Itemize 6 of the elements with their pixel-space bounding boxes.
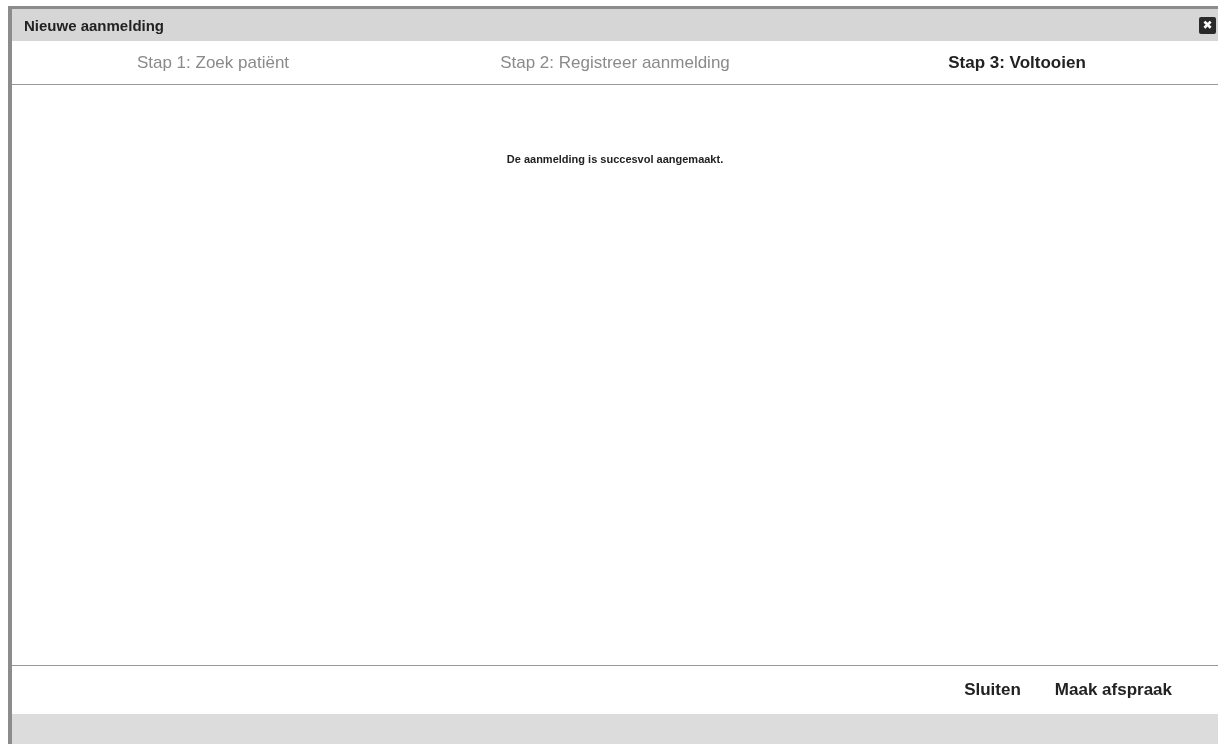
success-message: De aanmelding is succesvol aangemaakt. <box>505 153 725 165</box>
window-title: Nieuwe aanmelding <box>24 16 165 34</box>
wizard-step: Stap 3: Voltooien <box>948 52 1086 72</box>
wizard-step: Stap 1: Zoek patiënt <box>136 52 290 72</box>
close-button[interactable]: ✖ <box>1199 16 1216 34</box>
wizard-step: Stap 2: Registreer aanmelding <box>500 52 730 72</box>
